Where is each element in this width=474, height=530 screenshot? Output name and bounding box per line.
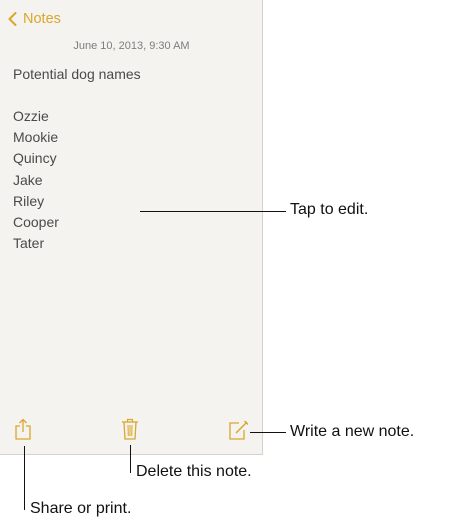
delete-button[interactable]: [121, 418, 139, 440]
callout-line-tap-to-edit: [140, 211, 286, 212]
back-button-label: Notes: [23, 11, 61, 27]
note-line[interactable]: Mookie: [13, 127, 59, 148]
compose-icon: [229, 420, 249, 440]
callout-line-share: [24, 446, 25, 510]
notes-screen: Notes June 10, 2013, 9:30 AM Potential d…: [0, 0, 263, 455]
callout-tap-to-edit: Tap to edit.: [290, 201, 369, 218]
share-button[interactable]: [14, 418, 32, 440]
callout-delete-note: Delete this note.: [136, 463, 252, 480]
back-button[interactable]: Notes: [8, 11, 61, 27]
share-icon: [15, 418, 31, 440]
callout-line-new-note: [250, 432, 286, 433]
callout-write-new-note: Write a new note.: [290, 423, 415, 440]
compose-button[interactable]: [228, 419, 250, 441]
chevron-left-icon: [8, 12, 17, 26]
note-line[interactable]: Tater: [13, 233, 59, 254]
callout-line-delete: [130, 445, 131, 473]
note-line[interactable]: Ozzie: [13, 106, 59, 127]
note-line[interactable]: Riley: [13, 191, 59, 212]
note-title[interactable]: Potential dog names: [13, 66, 141, 82]
callout-share-or-print: Share or print.: [30, 500, 132, 517]
trash-icon: [122, 418, 138, 440]
note-line[interactable]: Quincy: [13, 148, 59, 169]
note-line[interactable]: Cooper: [13, 212, 59, 233]
note-line[interactable]: Jake: [13, 170, 59, 191]
note-date: June 10, 2013, 9:30 AM: [73, 40, 190, 52]
note-body[interactable]: Ozzie Mookie Quincy Jake Riley Cooper Ta…: [13, 106, 59, 254]
